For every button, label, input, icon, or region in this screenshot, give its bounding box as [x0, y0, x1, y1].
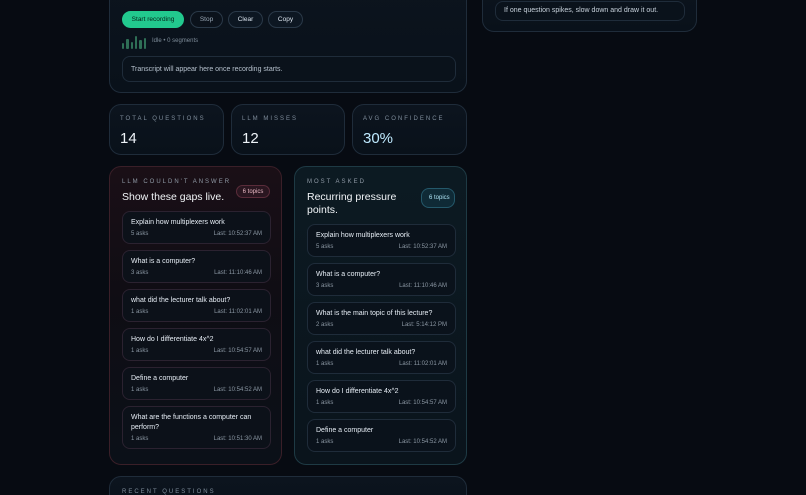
- panel-eyebrow: RECENT QUESTIONS: [122, 489, 216, 495]
- ask-count: 1 asks: [131, 436, 149, 442]
- question-card[interactable]: How do I differentiate 4x^2 1 asks Last:…: [122, 328, 271, 361]
- ask-count: 5 asks: [131, 231, 149, 237]
- last-asked: Last: 11:10:46 AM: [399, 283, 447, 289]
- topic-count-badge: 6 topics: [236, 185, 270, 198]
- ask-count: 1 asks: [316, 400, 334, 406]
- last-asked: Last: 10:54:57 AM: [398, 400, 447, 406]
- last-asked: Last: 11:02:01 AM: [214, 309, 262, 315]
- ask-count: 3 asks: [131, 270, 149, 276]
- panel-heading: Show these gaps live.: [122, 191, 225, 203]
- last-asked: Last: 10:54:52 AM: [398, 439, 447, 445]
- question-text: Define a computer: [316, 427, 374, 434]
- ask-count: 1 asks: [131, 387, 149, 393]
- question-text: What is a computer?: [316, 271, 381, 278]
- tip-text: If one question spikes, slow down and dr…: [495, 1, 685, 21]
- stat-total-questions: TOTAL QUESTIONS 14: [109, 104, 224, 155]
- question-text: Explain how multiplexers work: [316, 232, 410, 239]
- stat-label: AVG CONFIDENCE: [363, 116, 445, 122]
- ask-count: 3 asks: [316, 283, 334, 289]
- last-asked: Last: 10:51:30 AM: [213, 436, 262, 442]
- tip-panel: If one question spikes, slow down and dr…: [482, 0, 697, 32]
- stat-label: LLM MISSES: [242, 116, 299, 122]
- question-card[interactable]: Explain how multiplexers work 5 asks Las…: [122, 211, 271, 244]
- question-text: what did the lecturer talk about?: [131, 297, 231, 304]
- stop-button[interactable]: Stop: [190, 11, 223, 28]
- start-recording-button[interactable]: Start recording: [122, 11, 184, 28]
- transcript-box: Transcript will appear here once recordi…: [122, 56, 456, 82]
- last-asked: Last: 11:02:01 AM: [399, 361, 447, 367]
- last-asked: Last: 10:52:37 AM: [213, 231, 262, 237]
- last-asked: Last: 5:14:12 PM: [401, 322, 447, 328]
- clear-button[interactable]: Clear: [228, 11, 263, 28]
- stat-value: 12: [242, 130, 259, 147]
- question-card[interactable]: what did the lecturer talk about? 1 asks…: [307, 341, 456, 374]
- last-asked: Last: 10:54:57 AM: [213, 348, 262, 354]
- question-card[interactable]: what did the lecturer talk about? 1 asks…: [122, 289, 271, 322]
- last-asked: Last: 11:10:46 AM: [214, 270, 262, 276]
- question-text: How do I differentiate 4x^2: [131, 336, 214, 343]
- question-text: How do I differentiate 4x^2: [316, 388, 399, 395]
- question-card[interactable]: Explain how multiplexers work 5 asks Las…: [307, 224, 456, 257]
- question-card[interactable]: What is a computer? 3 asks Last: 11:10:4…: [122, 250, 271, 283]
- recording-status: Idle • 0 segments: [152, 38, 199, 44]
- question-card[interactable]: What is the main topic of this lecture? …: [307, 302, 456, 335]
- question-text: What is the main topic of this lecture?: [316, 310, 433, 317]
- question-text: Explain how multiplexers work: [131, 219, 225, 226]
- audio-level-icon: [122, 36, 146, 49]
- last-asked: Last: 10:52:37 AM: [398, 244, 447, 250]
- panel-eyebrow: MOST ASKED: [307, 179, 366, 185]
- panel-heading: Recurring pressure points.: [307, 191, 397, 216]
- stat-value: 30%: [363, 130, 394, 147]
- question-text: What are the functions a computer can pe…: [131, 414, 252, 431]
- ask-count: 1 asks: [131, 348, 149, 354]
- question-text: What is a computer?: [131, 258, 196, 265]
- stat-label: TOTAL QUESTIONS: [120, 116, 206, 122]
- recent-questions-panel: RECENT QUESTIONS: [109, 476, 467, 495]
- ask-count: 1 asks: [316, 439, 334, 445]
- most-asked-panel: MOST ASKED Recurring pressure points. 6 …: [294, 166, 467, 465]
- question-card[interactable]: How do I differentiate 4x^2 1 asks Last:…: [307, 380, 456, 413]
- stat-value: 14: [120, 130, 137, 147]
- stat-llm-misses: LLM MISSES 12: [231, 104, 345, 155]
- ask-count: 5 asks: [316, 244, 334, 250]
- question-card[interactable]: What are the functions a computer can pe…: [122, 406, 271, 449]
- recorder-panel: Start recording Stop Clear Copy Idle • 0…: [109, 0, 467, 93]
- ask-count: 1 asks: [316, 361, 334, 367]
- question-card[interactable]: Define a computer 1 asks Last: 10:54:52 …: [307, 419, 456, 452]
- ask-count: 2 asks: [316, 322, 334, 328]
- stat-avg-confidence: AVG CONFIDENCE 30%: [352, 104, 467, 155]
- panel-eyebrow: LLM COULDN'T ANSWER: [122, 179, 232, 185]
- question-text: what did the lecturer talk about?: [316, 349, 416, 356]
- last-asked: Last: 10:54:52 AM: [213, 387, 262, 393]
- topic-count-badge: 6 topics: [421, 188, 455, 208]
- question-card[interactable]: Define a computer 1 asks Last: 10:54:52 …: [122, 367, 271, 400]
- question-card[interactable]: What is a computer? 3 asks Last: 11:10:4…: [307, 263, 456, 296]
- llm-gaps-panel: LLM COULDN'T ANSWER Show these gaps live…: [109, 166, 282, 465]
- ask-count: 1 asks: [131, 309, 149, 315]
- question-text: Define a computer: [131, 375, 189, 382]
- copy-button[interactable]: Copy: [268, 11, 303, 28]
